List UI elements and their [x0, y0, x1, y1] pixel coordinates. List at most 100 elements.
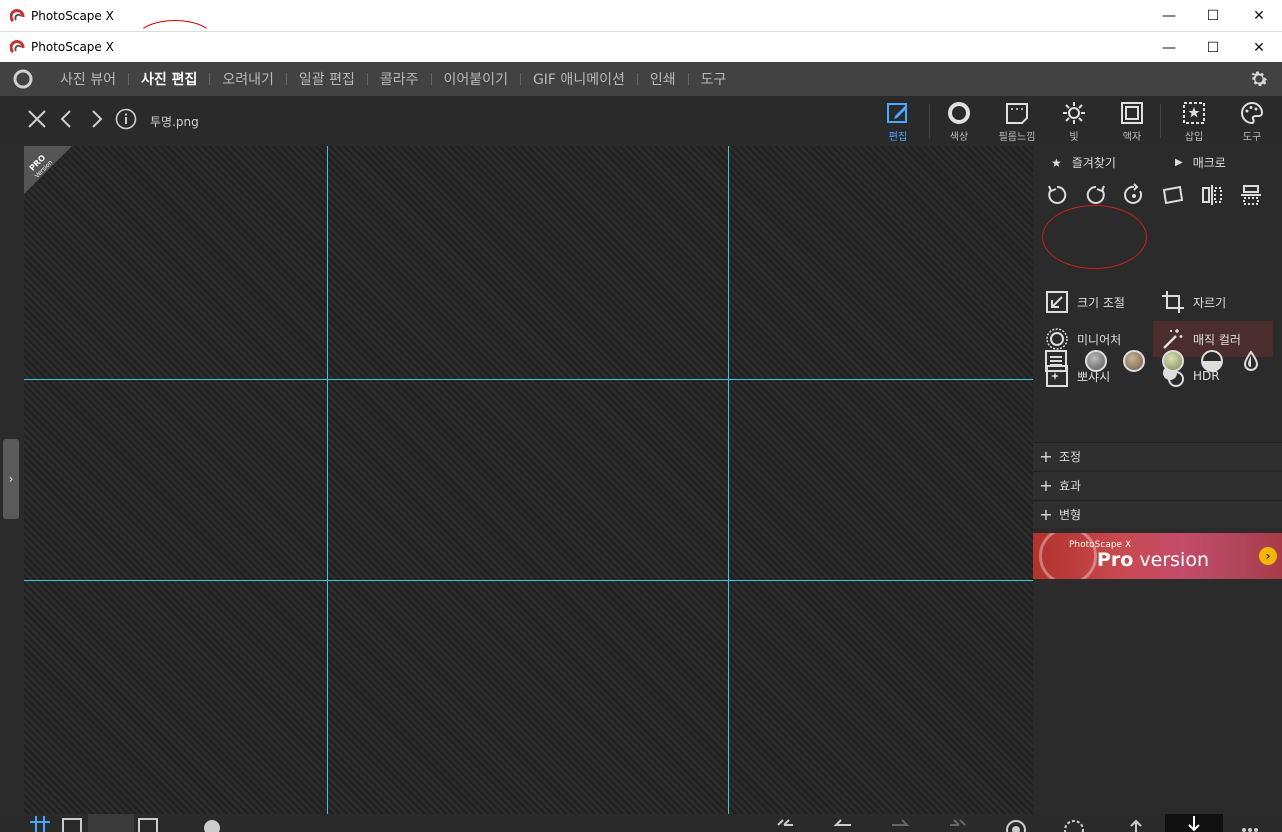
crop-label: 자르기	[1193, 295, 1227, 310]
upload-icon[interactable]	[1126, 816, 1146, 832]
chevron-right-icon: ›	[1259, 547, 1277, 565]
menu-cut-out[interactable]: 오려내기	[210, 69, 286, 89]
palette-icon	[1241, 101, 1264, 125]
section-label: 효과	[1059, 479, 1082, 493]
star-icon: ★	[1051, 155, 1062, 170]
frame-icon	[1121, 102, 1143, 124]
grid-guide-horizontal	[24, 379, 1033, 380]
tool-insert[interactable]: 삽입	[1164, 100, 1224, 144]
undo-all-icon[interactable]	[775, 816, 795, 832]
section-effects[interactable]: + 효과	[1033, 471, 1282, 499]
color-circle-icon	[948, 102, 970, 124]
grid-guide-vertical	[728, 146, 729, 814]
flip-vertical-icon[interactable]	[1239, 183, 1263, 207]
compare-icon[interactable]	[62, 816, 82, 832]
resize-button[interactable]: 크기 조절	[1033, 284, 1153, 320]
rotate-free-icon[interactable]	[1122, 183, 1146, 207]
preset-swatch[interactable]	[1123, 350, 1145, 372]
home-logo-icon[interactable]	[12, 68, 34, 90]
redo-all-icon[interactable]	[948, 816, 968, 832]
fit-icon[interactable]	[138, 816, 158, 832]
macro-button[interactable]: ▶ 매크로	[1175, 154, 1226, 171]
tool-label: 삽입	[1184, 132, 1204, 143]
insert-icon	[1183, 102, 1205, 124]
toolbar-separator	[1160, 104, 1161, 138]
photoscape-logo-icon	[10, 8, 25, 22]
drop-icon[interactable]	[1240, 350, 1262, 372]
preset-swatch[interactable]	[1085, 350, 1107, 372]
bottom-toolbar	[0, 814, 1282, 832]
magic-color-label: 매직 컬러	[1193, 332, 1241, 347]
rotate-flip-row	[1033, 180, 1282, 210]
chevron-right-icon[interactable]	[85, 108, 107, 130]
gear-icon[interactable]	[1248, 68, 1270, 90]
chevron-left-icon[interactable]	[56, 108, 78, 130]
photoscape-logo-icon	[10, 40, 25, 54]
tool-color[interactable]: 색상	[929, 100, 989, 144]
image-canvas[interactable]: PRO Version	[24, 146, 1033, 814]
list-icon[interactable]	[1045, 350, 1067, 372]
tool-light[interactable]: 빛	[1044, 100, 1104, 144]
sidebar-expand-handle[interactable]: ›	[3, 439, 19, 519]
save-button[interactable]	[1165, 814, 1223, 832]
minimize-button[interactable]: —	[1146, 0, 1192, 31]
plus-icon: +	[1039, 476, 1053, 495]
plus-icon: +	[1039, 447, 1053, 466]
zoom-box[interactable]	[88, 814, 134, 832]
menu-photo-viewer[interactable]: 사진 뷰어	[48, 69, 128, 89]
grid-icon[interactable]	[30, 816, 50, 832]
tool-film[interactable]: 필름느낌	[987, 100, 1047, 144]
close-button[interactable]: ✕	[1236, 0, 1282, 31]
grid-guide-horizontal	[24, 580, 1033, 581]
window-title: PhotoScape X	[31, 8, 114, 23]
download-icon	[1188, 816, 1200, 832]
crop-button[interactable]: 자르기	[1153, 284, 1282, 320]
menu-tools[interactable]: 도구	[689, 69, 739, 89]
more-icon[interactable]	[1240, 816, 1260, 832]
minimize-button[interactable]: —	[1146, 32, 1192, 63]
info-icon[interactable]	[115, 108, 137, 130]
menu-combine[interactable]: 이어붙이기	[432, 69, 520, 89]
section-transform[interactable]: + 변형	[1033, 500, 1282, 528]
zoom-slider-knob-icon[interactable]	[202, 816, 222, 832]
tool-tools[interactable]: 도구	[1222, 100, 1282, 144]
menu-batch-editor[interactable]: 일괄 편집	[287, 69, 367, 89]
menu-photo-editor[interactable]: 사진 편집	[129, 69, 209, 89]
close-icon[interactable]	[26, 108, 48, 130]
menu-collage[interactable]: 콜라주	[368, 69, 431, 89]
tool-frame[interactable]: 액자	[1102, 100, 1162, 144]
undo-icon[interactable]	[833, 816, 853, 832]
menu-gif-animation[interactable]: GIF 애니메이션	[521, 69, 637, 89]
flip-horizontal-icon[interactable]	[1200, 183, 1224, 207]
pro-version-banner[interactable]: PhotoScape X Pro version ›	[1033, 533, 1282, 579]
preset-swatch[interactable]	[1162, 350, 1184, 372]
maximize-button[interactable]: ☐	[1190, 32, 1236, 63]
loading-icon[interactable]	[1064, 816, 1084, 832]
tool-edit[interactable]: 편집	[868, 100, 928, 144]
favorites-button[interactable]: ★ 즐겨찾기	[1051, 154, 1116, 171]
original-view-icon[interactable]	[1006, 816, 1026, 832]
maximize-button[interactable]: ☐	[1190, 0, 1236, 31]
tool-label: 편집	[888, 132, 908, 143]
favorites-row: ★ 즐겨찾기 ▶ 매크로	[1033, 146, 1282, 176]
resize-label: 크기 조절	[1077, 295, 1125, 310]
banner-version: version	[1133, 549, 1209, 571]
redo-icon[interactable]	[890, 816, 910, 832]
half-circle-icon[interactable]	[1201, 350, 1223, 372]
macro-label: 매크로	[1192, 156, 1226, 170]
close-button[interactable]: ✕	[1236, 32, 1282, 63]
menu-print[interactable]: 인쇄	[638, 69, 688, 89]
tool-label: 색상	[949, 132, 969, 143]
banner-headline: Pro version	[1097, 549, 1209, 571]
annotation-circle	[1042, 205, 1147, 269]
rotate-right-icon[interactable]	[1084, 183, 1108, 207]
app-area: 사진 뷰어 사진 편집 오려내기 일괄 편집 콜라주 이어붙이기 GIF 애니메…	[0, 62, 1282, 832]
grid-guide-vertical	[327, 146, 328, 814]
tool-label: 액자	[1122, 132, 1142, 143]
main-menu-bar: 사진 뷰어 사진 편집 오려내기 일괄 편집 콜라주 이어붙이기 GIF 애니메…	[0, 62, 1282, 96]
file-name-label: 투명.png	[150, 115, 199, 129]
straighten-icon[interactable]	[1161, 183, 1185, 207]
pro-version-ribbon[interactable]: PRO Version	[24, 146, 72, 194]
section-adjust[interactable]: + 조정	[1033, 442, 1282, 470]
rotate-left-icon[interactable]	[1045, 183, 1069, 207]
